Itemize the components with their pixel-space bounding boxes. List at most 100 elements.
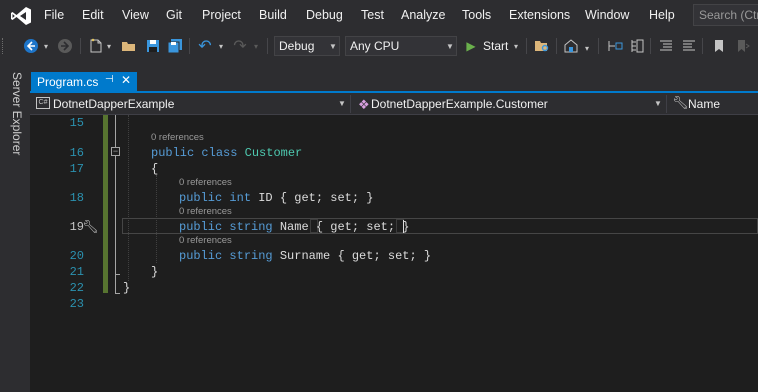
codelens-references[interactable]: 0 references (179, 235, 232, 246)
solution-platform-combo[interactable]: Any CPU (345, 36, 457, 56)
comment-lines-icon[interactable] (657, 36, 675, 56)
step-into-icon[interactable] (606, 36, 624, 56)
solution-configuration-value: Debug (279, 39, 315, 53)
menu-file[interactable]: File (44, 8, 64, 22)
browser-link-icon[interactable] (562, 36, 580, 56)
class-view-icon[interactable] (628, 36, 646, 56)
back-dropdown-icon[interactable]: ▾ (41, 36, 51, 56)
menu-extensions[interactable]: Extensions (509, 8, 570, 22)
code-line-22[interactable]: } (123, 281, 130, 295)
line-number: 18 (69, 191, 84, 205)
menu-git[interactable]: Git (166, 8, 182, 22)
menu-tools[interactable]: Tools (462, 8, 491, 22)
csharp-project-icon: C# (36, 97, 50, 109)
menu-window[interactable]: Window (585, 8, 629, 22)
bookmark-next-icon[interactable] (734, 36, 752, 56)
bookmark-icon[interactable] (710, 36, 728, 56)
code-line-21[interactable]: } (151, 265, 158, 279)
menu-project[interactable]: Project (202, 8, 241, 22)
keyword: class (201, 146, 238, 160)
line-number: 21 (69, 265, 84, 279)
line-number: 16 (69, 146, 84, 160)
project-dropdown[interactable]: DotnetDapperExample (53, 97, 174, 111)
platform-chevron-down-icon[interactable]: ▼ (446, 42, 454, 51)
navigate-back-icon[interactable] (21, 36, 41, 56)
code-text: ID { get; set; } (258, 191, 374, 205)
keyword: public (179, 249, 223, 263)
menu-build[interactable]: Build (259, 8, 287, 22)
new-dropdown-icon[interactable]: ▾ (104, 36, 114, 56)
browser-link-dropdown-icon[interactable]: ▾ (582, 38, 592, 58)
type-dropdown[interactable]: DotnetDapperExample.Customer (371, 97, 548, 111)
search-placeholder[interactable]: Search (Ctr (699, 8, 758, 22)
navigate-forward-icon[interactable] (55, 36, 75, 56)
outline-end (115, 293, 120, 294)
class-icon: ❖ (358, 97, 370, 112)
keyword: public (151, 146, 195, 160)
member-dropdown[interactable]: Name (688, 97, 720, 111)
codelens-references[interactable]: 0 references (151, 132, 204, 143)
document-tab-label[interactable]: Program.cs (37, 75, 98, 89)
keyword: int (229, 191, 252, 205)
find-in-files-icon[interactable] (533, 36, 551, 56)
line-number: 15 (69, 116, 84, 130)
property-name: Name (279, 220, 309, 234)
line-number: 20 (69, 249, 84, 263)
codelens-references[interactable]: 0 references (179, 177, 232, 188)
menu-debug[interactable]: Debug (306, 8, 343, 22)
line-number: 17 (69, 162, 84, 176)
menu-edit[interactable]: Edit (82, 8, 104, 22)
type-dropdown-chevron-icon[interactable]: ▼ (654, 99, 662, 108)
undo-icon[interactable]: ↶ (196, 36, 214, 56)
saved-changes-bar (103, 115, 108, 293)
text-caret (403, 220, 404, 233)
open-folder-icon[interactable] (120, 36, 138, 56)
uncomment-lines-icon[interactable] (680, 36, 698, 56)
close-tab-icon[interactable]: ✕ (121, 73, 131, 87)
redo-icon[interactable]: ↷ (231, 36, 249, 56)
accessors: { get; set; } (315, 220, 410, 234)
save-all-icon[interactable] (166, 36, 184, 56)
line-number: 22 (69, 281, 84, 295)
project-dropdown-chevron-icon[interactable]: ▼ (338, 99, 346, 108)
visual-studio-logo-icon[interactable] (10, 6, 32, 26)
code-text: Surname { get; set; } (279, 249, 432, 263)
menu-help[interactable]: Help (649, 8, 675, 22)
codelens-references[interactable]: 0 references (179, 206, 232, 217)
keyword: public (179, 191, 223, 205)
indent-guide (128, 115, 129, 281)
redo-dropdown-icon[interactable]: ▾ (251, 36, 261, 56)
server-explorer-tab[interactable]: Server Explorer (8, 72, 24, 155)
code-line-20[interactable]: public string Surname { get; set; } (179, 249, 431, 263)
code-line-19[interactable]: public string Name { get; set; } (179, 220, 409, 234)
code-line-18[interactable]: public int ID { get; set; } (179, 191, 373, 205)
menu-test[interactable]: Test (361, 8, 384, 22)
start-dropdown-icon[interactable]: ▾ (511, 36, 521, 56)
outline-line (115, 115, 116, 147)
outline-line (115, 274, 116, 293)
new-project-icon[interactable] (88, 36, 104, 56)
indicator-margin[interactable] (30, 115, 48, 392)
start-button[interactable]: Start (483, 39, 508, 53)
keyword: public (179, 220, 223, 234)
wrench-property-icon: 🔧︎ (672, 95, 689, 110)
line-number: 23 (69, 297, 84, 311)
code-line-17[interactable]: { (151, 162, 158, 176)
document-tab-well (30, 60, 758, 94)
keyword: string (229, 220, 273, 234)
collapse-region-icon[interactable]: − (111, 147, 120, 156)
code-line-16[interactable]: public class Customer (151, 146, 302, 160)
keyword: string (229, 249, 273, 263)
save-icon[interactable] (144, 36, 162, 56)
menu-view[interactable]: View (122, 8, 149, 22)
undo-dropdown-icon[interactable]: ▾ (216, 36, 226, 56)
menu-analyze[interactable]: Analyze (401, 8, 445, 22)
configuration-chevron-down-icon[interactable]: ▼ (329, 42, 337, 51)
line-number-current: 19 (69, 220, 84, 234)
quick-actions-screwdriver-icon[interactable]: 🔧︎ (82, 219, 99, 235)
class-name: Customer (244, 146, 303, 160)
pin-tab-icon[interactable]: ⊣ (105, 74, 114, 85)
start-play-icon[interactable]: ▶ (464, 36, 478, 56)
toolbar-grip[interactable] (2, 38, 5, 54)
solution-platform-value: Any CPU (350, 39, 400, 53)
